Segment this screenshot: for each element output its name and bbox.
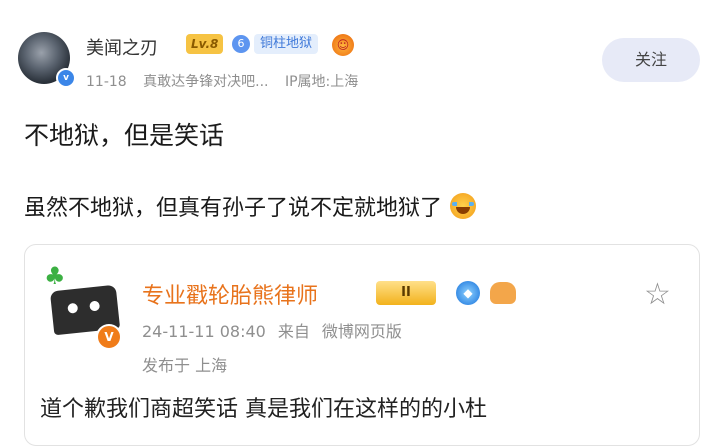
level-badge[interactable]: Lv.8 bbox=[186, 34, 224, 54]
post-location: IP属地:上海 bbox=[284, 74, 359, 90]
post-text-line-1: 不地狱，但是笑话 bbox=[24, 121, 225, 150]
quoted-username[interactable]: 专业戳轮胎熊律师 bbox=[142, 278, 318, 310]
post-date: 11-18 bbox=[86, 74, 127, 90]
laugh-cry-emoji-icon bbox=[450, 193, 477, 219]
crown-badge[interactable]: II bbox=[376, 281, 436, 305]
blue-medal-icon[interactable]: ◆ bbox=[456, 281, 480, 305]
post-username[interactable]: 美闻之刃 bbox=[86, 34, 158, 60]
orange-verified-badge-icon: V bbox=[96, 324, 122, 350]
title-badge[interactable]: 铜柱地狱 bbox=[254, 34, 319, 54]
quoted-body-text: 道个歉我们商超笑话 真是我们在这样的的小杜 bbox=[40, 397, 487, 422]
post-source[interactable]: 真敢达争锋对决吧... bbox=[143, 74, 268, 90]
sticker-badge-icon[interactable]: ☺ bbox=[332, 34, 354, 56]
quoted-source[interactable]: 微博网页版 bbox=[322, 322, 402, 341]
fan-level-number: 6 bbox=[232, 35, 250, 53]
quoted-source-prefix: 来自 bbox=[277, 322, 310, 341]
post-meta: 11-18 真敢达争锋对决吧... IP属地:上海 bbox=[86, 71, 370, 91]
star-outline-icon[interactable]: ☆ bbox=[644, 280, 671, 310]
verified-badge-icon: v bbox=[56, 68, 76, 88]
quoted-published-location: 发布于 上海 bbox=[142, 356, 228, 375]
quoted-datetime: 24-11-11 08:40 bbox=[142, 322, 266, 341]
quoted-meta: 24-11-11 08:40 来自 微博网页版 bbox=[142, 318, 414, 342]
post-text-line-2-content: 虽然不地狱，但真有孙子了说不定就地狱了 bbox=[24, 196, 443, 221]
clover-icon: ♣ bbox=[44, 262, 66, 290]
follow-button[interactable]: 关注 bbox=[602, 38, 700, 82]
orange-medal-icon[interactable] bbox=[490, 282, 516, 304]
post-text-line-2: 虽然不地狱，但真有孙子了说不定就地狱了 bbox=[24, 190, 477, 222]
